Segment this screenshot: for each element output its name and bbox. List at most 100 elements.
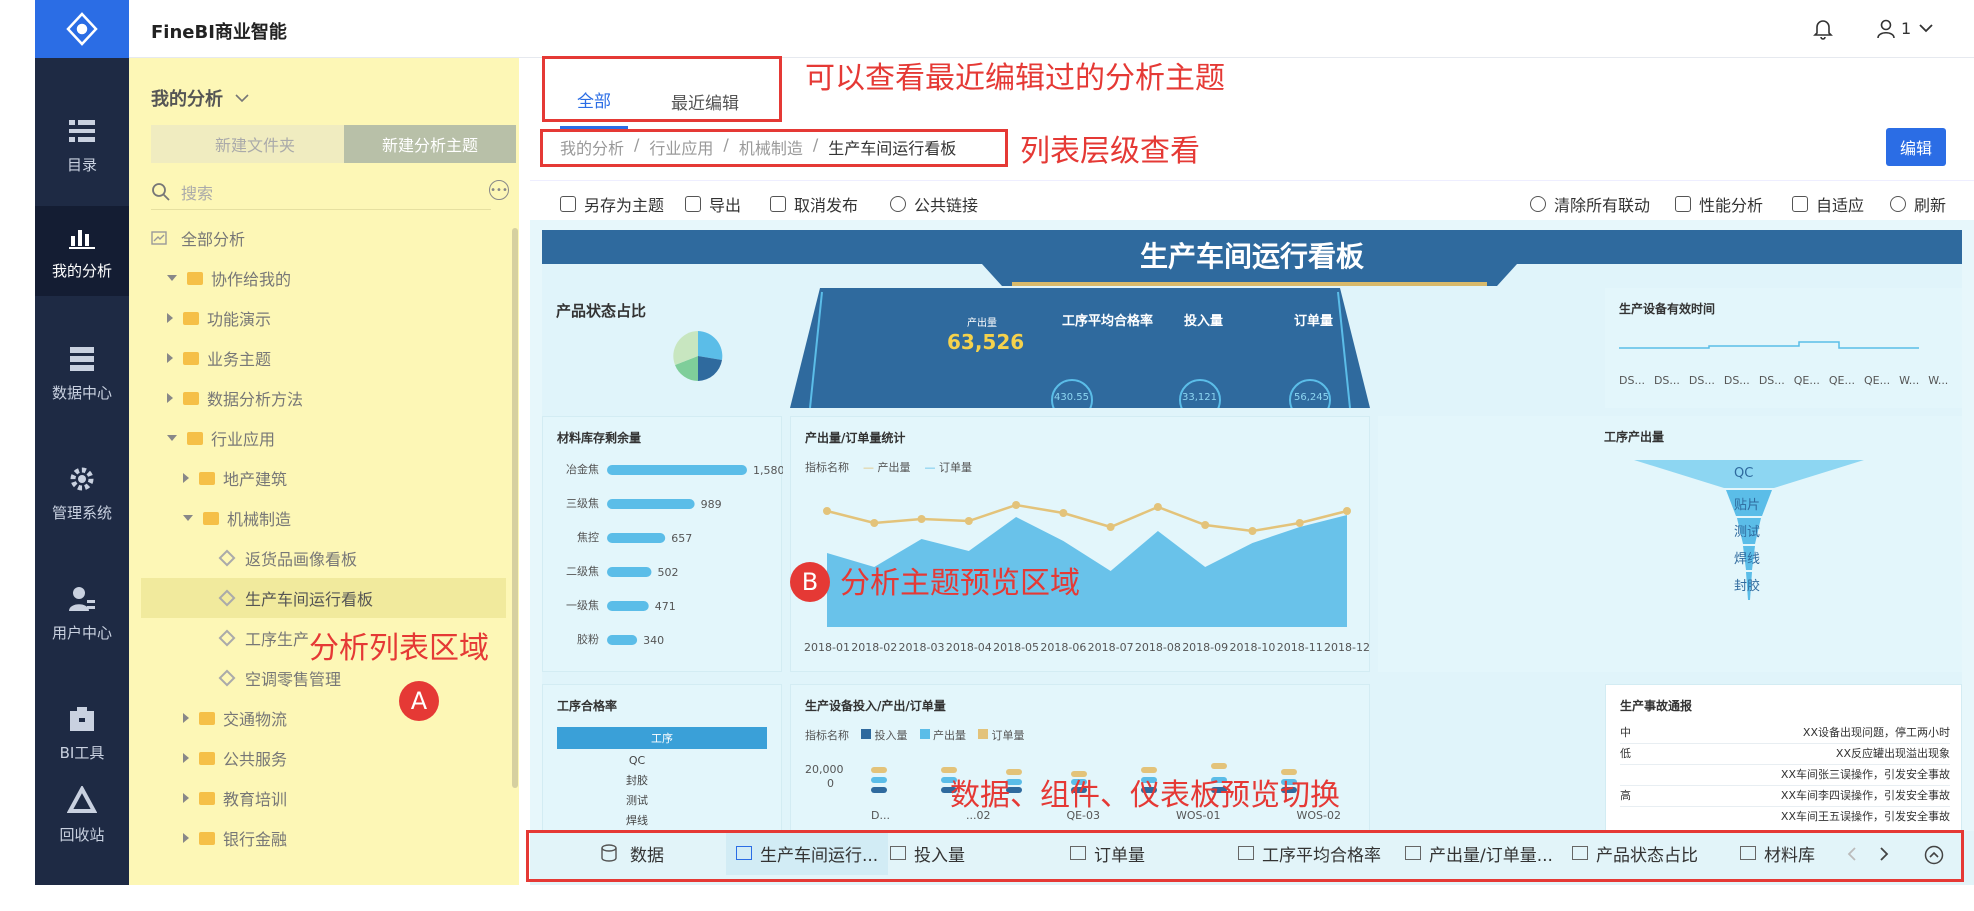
- subject-icon: [218, 669, 236, 687]
- card-product-status[interactable]: 产品状态占比: [542, 288, 782, 408]
- new-folder-button[interactable]: 新建文件夹: [151, 125, 359, 163]
- nav-item-user-center[interactable]: 用户中心: [35, 568, 129, 658]
- card-inventory[interactable]: 材料库存剩余量 冶金焦 1,580 三级焦 989 焦控 657 二级焦 502 一级焦 471 胶…: [542, 416, 783, 672]
- nav-item-my-analysis[interactable]: 我的分析: [35, 206, 129, 296]
- caret-right-icon: [167, 353, 173, 363]
- x-tick-label: 2018-01: [804, 641, 850, 654]
- folder-icon: [199, 711, 215, 725]
- chevron-down-icon[interactable]: [1919, 23, 1933, 33]
- card-pass-rate[interactable]: 工序合格率 工序 QC 封胶 测试 焊线: [542, 684, 782, 840]
- accident-text: XX反应罐出现溢出现象: [1835, 747, 1950, 760]
- save-as-button[interactable]: 另存为主题: [560, 192, 664, 216]
- bar: [607, 465, 747, 475]
- legend-title: 指标名称: [805, 729, 849, 742]
- accident-level: 低: [1620, 747, 1631, 760]
- refresh-button[interactable]: 刷新: [1890, 192, 1946, 216]
- tree-label: 数据分析方法: [207, 390, 304, 409]
- nav-item-data-center[interactable]: 数据中心: [35, 328, 129, 418]
- kpi-value: 430.55: [1054, 392, 1089, 403]
- tree-folder[interactable]: 数据分析方法: [167, 378, 303, 418]
- card-title: 生产事故通报: [1620, 699, 1693, 713]
- card-accidents[interactable]: 生产事故通报 中 XX设备出现问题，停工两小时 低 XX反应罐出现溢出现象 XX车间…: [1605, 684, 1962, 840]
- tree-folder[interactable]: 协作给我的: [167, 258, 291, 298]
- search-input[interactable]: 搜索: [151, 174, 491, 210]
- card-equip-io[interactable]: 生产设备投入/产出/订单量 指标名称 投入量 产出量 订单量 20,000 0 …: [790, 684, 1370, 840]
- edit-button[interactable]: 编辑: [1886, 128, 1946, 166]
- tree-folder[interactable]: 机械制造: [183, 498, 291, 538]
- folder-icon: [199, 751, 215, 765]
- tree-folder[interactable]: 教育培训: [183, 778, 287, 818]
- export-button[interactable]: 导出: [685, 192, 741, 216]
- bar-value-label: 502: [657, 566, 678, 579]
- list-item[interactable]: XX车间王五误操作，引发安全事故: [1620, 807, 1950, 827]
- logo[interactable]: [35, 0, 129, 58]
- legend-label: 投入量: [874, 729, 908, 742]
- folder-icon: [183, 311, 199, 325]
- nav-item-bi-tools[interactable]: BI工具: [35, 688, 129, 778]
- nav-item-admin[interactable]: 管理系统: [35, 448, 129, 538]
- x-tick-label: 2018-12: [1324, 641, 1370, 654]
- bar: [607, 567, 652, 577]
- card-process-output[interactable]: 工序产出量 QC 贴片 测试 焊线 封胶: [1378, 416, 1962, 672]
- tree-folder[interactable]: 行业应用: [167, 418, 275, 458]
- tree-folder[interactable]: 业务主题: [167, 338, 271, 378]
- panel-scrollbar[interactable]: [512, 228, 518, 788]
- legend-item[interactable]: — 订单量: [925, 459, 973, 475]
- list-item[interactable]: 低 XX反应罐出现溢出现象: [1620, 744, 1950, 765]
- tree-folder[interactable]: 交通物流: [183, 698, 287, 738]
- line-point: [1201, 521, 1210, 529]
- user-name[interactable]: 1: [1901, 19, 1911, 38]
- card-equip-time[interactable]: 生产设备有效时间 DS... DS... DS... DS... DS... QE... Q…: [1605, 288, 1962, 408]
- bar-category-label: 胶粉: [577, 632, 599, 646]
- line-point: [823, 507, 831, 515]
- clear-linkage-button[interactable]: 清除所有联动: [1530, 192, 1650, 216]
- more-icon[interactable]: •••: [489, 180, 509, 200]
- toolbar-label: 取消发布: [794, 196, 859, 215]
- legend-item[interactable]: 产出量: [919, 727, 966, 743]
- panel-title[interactable]: 我的分析: [151, 85, 249, 111]
- toolbar-label: 导出: [709, 196, 742, 215]
- user-avatar-icon[interactable]: [1877, 19, 1895, 39]
- unpublish-button[interactable]: 取消发布: [770, 192, 858, 216]
- tree-label: 地产建筑: [223, 470, 288, 489]
- legend-item[interactable]: — 产出量: [863, 459, 911, 475]
- x-tick-label: 2018-05: [993, 641, 1039, 654]
- funnel-label: QC: [1734, 466, 1754, 481]
- nav-label: 管理系统: [51, 503, 112, 522]
- list-item[interactable]: XX车间张三误操作，引发安全事故: [1620, 765, 1950, 786]
- tree-item-subject-selected[interactable]: 生产车间运行看板: [218, 578, 373, 618]
- recycle-icon: [67, 785, 97, 813]
- tree-folder[interactable]: 地产建筑: [183, 458, 287, 498]
- performance-icon: [1675, 196, 1691, 212]
- list-item[interactable]: 高 XX车间李四误操作，引发安全事故: [1620, 786, 1950, 807]
- tree-item-subject[interactable]: 工序生产: [218, 618, 309, 658]
- tree-item-subject[interactable]: 返货品画像看板: [218, 538, 357, 578]
- table-row: QC: [628, 754, 646, 767]
- main-nav: 目录 我的分析 数据中心 管理系统 用户中心 BI工具 回收站: [35, 0, 129, 885]
- tree-folder[interactable]: 公共服务: [183, 738, 287, 778]
- list-item[interactable]: 中 XX设备出现问题，停工两小时: [1620, 723, 1950, 744]
- adaptive-button[interactable]: 自适应: [1792, 192, 1864, 216]
- table-header[interactable]: 工序: [557, 727, 767, 749]
- annotation-hierarchy: 列表层级查看: [1020, 134, 1200, 169]
- tree-folder[interactable]: 功能演示: [167, 298, 271, 338]
- performance-button[interactable]: 性能分析: [1675, 192, 1763, 216]
- nav-item-recycle-bin[interactable]: 回收站: [35, 770, 129, 860]
- new-subject-button[interactable]: 新建分析主题: [344, 125, 516, 163]
- card-output-order[interactable]: 产出量/订单量统计 指标名称 — 产出量 — 订单量 2018-01 2018-0…: [790, 416, 1370, 672]
- tree-item-all[interactable]: 全部分析: [151, 218, 245, 258]
- legend-item[interactable]: 订单量: [978, 727, 1025, 743]
- caret-right-icon: [167, 313, 173, 323]
- public-link-button[interactable]: 公共链接: [890, 192, 978, 216]
- bell-icon[interactable]: [1813, 18, 1833, 40]
- folder-icon: [203, 511, 219, 525]
- nav-item-catalog[interactable]: 目录: [35, 100, 129, 190]
- tree-folder[interactable]: 银行金融: [183, 818, 287, 858]
- table-row: 焊线: [626, 814, 648, 827]
- x-tick-label: 2018-03: [899, 641, 945, 654]
- legend-item[interactable]: 投入量: [861, 727, 908, 743]
- nav-label: 数据中心: [51, 383, 112, 402]
- x-tick-label: 2018-08: [1135, 641, 1181, 654]
- kpi-value: 56,245: [1294, 392, 1329, 403]
- toolbar-label: 性能分析: [1699, 196, 1764, 215]
